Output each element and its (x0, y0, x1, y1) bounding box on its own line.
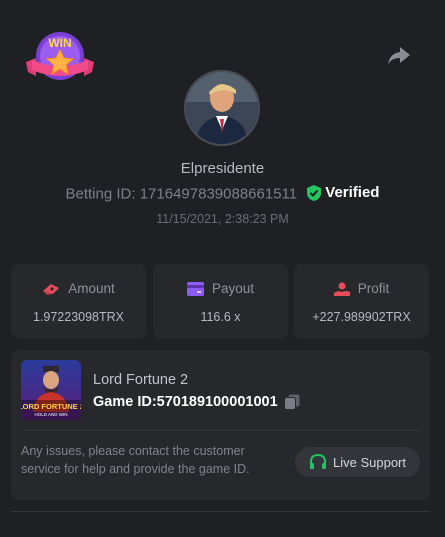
betting-id-value: 1716497839088661511 (139, 185, 298, 203)
stat-card-profit: Profit +227.989902TRX (294, 264, 429, 339)
stat-label-profit: Profit (357, 281, 390, 296)
game-thumbnail[interactable]: LORD FORTUNE 2 HOLD AND WIN (21, 360, 81, 420)
stat-label-amount: Amount (68, 281, 115, 296)
username: Elpresidente (180, 160, 265, 177)
betting-id-line: Betting ID: 1716497839088661511 Verified (0, 184, 445, 203)
stat-card-amount: Amount 1.97223098TRX (11, 264, 146, 339)
stat-value-payout: 116.6 x (200, 310, 241, 324)
coin-hand-icon (333, 282, 350, 296)
live-support-button[interactable]: Live Support (295, 447, 420, 477)
stat-label-payout: Payout (211, 281, 255, 296)
verified-label: Verified (325, 184, 380, 201)
game-name: Lord Fortune 2 (93, 372, 189, 388)
support-message: Any issues, please contact the customer … (21, 444, 250, 476)
win-badge-text: WIN (48, 36, 71, 50)
money-icon (43, 283, 60, 295)
share-icon[interactable] (386, 44, 412, 68)
stat-value-amount: 1.97223098TRX (32, 310, 125, 324)
game-card: LORD FORTUNE 2 HOLD AND WIN Lord Fortune… (11, 350, 430, 500)
stat-value-profit: +227.989902TRX (312, 310, 411, 324)
avatar (184, 70, 260, 146)
stat-card-payout: Payout 116.6 x (153, 264, 288, 339)
game-id-value: 570189100001001 (156, 394, 278, 410)
shield-check-icon (307, 184, 322, 201)
win-badge: WIN (22, 28, 98, 86)
timestamp: 11/15/2021, 2:38:23 PM (156, 212, 289, 226)
card-icon (186, 281, 204, 296)
betting-id-label: Betting ID: (65, 185, 136, 203)
divider (21, 430, 420, 431)
copy-icon[interactable] (283, 394, 300, 410)
live-support-label: Live Support (333, 454, 406, 470)
verified-badge: Verified (307, 184, 379, 201)
thumbnail-subtitle: HOLD AND WIN (34, 412, 67, 417)
game-id-row: Game ID: 570189100001001 (93, 394, 300, 410)
game-id-label: Game ID: (93, 394, 157, 410)
thumbnail-title: LORD FORTUNE 2 (21, 402, 81, 411)
bottom-divider (11, 511, 430, 512)
headset-icon (310, 453, 326, 469)
